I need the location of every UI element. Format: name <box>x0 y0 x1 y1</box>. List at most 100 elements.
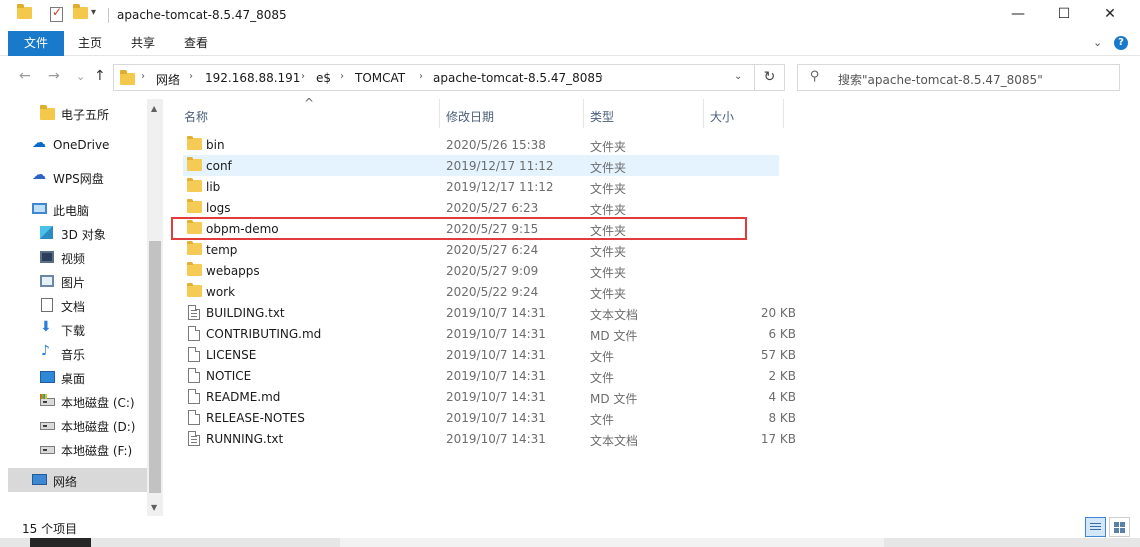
sidebar-item-label: 视频 <box>61 252 86 266</box>
table-row[interactable]: NOTICE 2019/10/7 14:31 文件 2 KB <box>183 365 796 386</box>
file-list: 名称 ^ 修改日期 类型 大小 bin 2020/5/26 15:38 文件夹 con… <box>163 96 1140 516</box>
minimize-button[interactable]: — <box>995 0 1041 31</box>
sidebar-item-desktop[interactable]: 桌面 <box>8 365 147 389</box>
address-history-dropdown-icon[interactable]: ⌄ <box>734 71 742 82</box>
help-icon[interactable]: ? <box>1114 36 1128 50</box>
large-icons-view-button[interactable] <box>1109 517 1130 537</box>
sidebar-item-label: 此电脑 <box>53 204 90 218</box>
sidebar-item-label: 下载 <box>61 324 86 338</box>
file-size: 57 KB <box>760 348 796 362</box>
sidebar-item-label: 音乐 <box>61 348 86 362</box>
ribbon-tabs: 文件 主页 共享 查看 ⌄ ? <box>0 31 1140 56</box>
window-title: apache-tomcat-8.5.47_8085 <box>117 8 287 22</box>
breadcrumb-separator-icon[interactable]: › <box>599 71 603 82</box>
table-row[interactable]: webapps 2020/5/27 9:09 文件夹 <box>183 260 779 281</box>
sidebar-item-3d-objects[interactable]: 3D 对象 <box>8 221 147 245</box>
table-row[interactable]: conf 2019/12/17 11:12 文件夹 <box>183 155 779 176</box>
column-header-size[interactable]: 大小 <box>704 99 784 128</box>
sidebar-item-this-pc[interactable]: 此电脑 <box>8 197 147 221</box>
ribbon-expand-icon[interactable]: ⌄ <box>1093 36 1102 49</box>
sidebar-item-pictures[interactable]: 图片 <box>8 269 147 293</box>
table-row[interactable]: bin 2020/5/26 15:38 文件夹 <box>183 134 779 155</box>
sidebar-item-dianziwusuo[interactable]: 电子五所 <box>8 101 147 125</box>
scrollbar-thumb[interactable] <box>149 241 161 493</box>
breadcrumb-share[interactable]: e$ <box>316 71 331 85</box>
breadcrumb-separator-icon[interactable]: › <box>419 71 423 82</box>
wps-cloud-icon: ☁ <box>32 167 46 183</box>
table-row[interactable]: logs 2020/5/27 6:23 文件夹 <box>183 197 779 218</box>
breadcrumb-separator-icon[interactable]: › <box>340 71 344 82</box>
file-icon <box>188 368 200 383</box>
column-header-type[interactable]: 类型 <box>584 99 704 128</box>
table-row[interactable]: lib 2019/12/17 11:12 文件夹 <box>183 176 779 197</box>
sidebar-item-drive-d[interactable]: 本地磁盘 (D:) <box>8 413 147 437</box>
back-button[interactable]: ← <box>19 68 31 84</box>
table-row[interactable]: CONTRIBUTING.md 2019/10/7 14:31 MD 文件 6 KB <box>183 323 796 344</box>
forward-button[interactable]: → <box>48 68 60 84</box>
breadcrumb-network[interactable]: 网络 <box>156 71 180 88</box>
sidebar-item-drive-c[interactable]: 本地磁盘 (C:) <box>8 389 147 413</box>
sidebar-item-wps-cloud[interactable]: ☁ WPS网盘 <box>8 165 147 189</box>
table-row[interactable]: RUNNING.txt 2019/10/7 14:31 文本文档 17 KB <box>183 428 796 449</box>
file-type: 文件夹 <box>590 182 627 196</box>
documents-icon <box>41 298 53 312</box>
sidebar-item-network[interactable]: 网络 <box>8 468 147 492</box>
scroll-up-icon[interactable]: ▲ <box>151 104 157 113</box>
breadcrumb-tomcat[interactable]: TOMCAT <box>355 71 405 85</box>
details-view-button[interactable] <box>1085 517 1106 537</box>
up-button[interactable]: ↑ <box>94 68 106 84</box>
folder-icon <box>187 199 202 213</box>
large-icons-view-icon <box>1114 522 1119 527</box>
file-date: 2019/12/17 11:12 <box>446 159 554 173</box>
properties-icon[interactable] <box>50 5 63 22</box>
navigation-scrollbar[interactable]: ▲ ▼ <box>147 99 163 516</box>
title-bar: ▾ apache-tomcat-8.5.47_8085 — ☐ ✕ <box>0 0 1140 31</box>
quick-access-dropdown-icon[interactable]: ▾ <box>91 7 96 18</box>
new-folder-icon[interactable] <box>73 4 88 19</box>
refresh-button[interactable]: ↻ <box>755 64 785 91</box>
tab-view[interactable]: 查看 <box>174 31 218 56</box>
breadcrumb-separator-icon[interactable]: › <box>189 71 193 82</box>
taskbar-segment <box>30 538 91 547</box>
file-type: 文件 <box>590 371 615 385</box>
breadcrumb-separator-icon[interactable]: › <box>301 71 305 82</box>
file-icon <box>188 389 200 404</box>
3d-objects-icon <box>40 226 53 239</box>
close-button[interactable]: ✕ <box>1087 0 1133 31</box>
table-row[interactable]: temp 2020/5/27 6:24 文件夹 <box>183 239 779 260</box>
breadcrumb-current-folder[interactable]: apache-tomcat-8.5.47_8085 <box>433 71 603 85</box>
tab-share[interactable]: 共享 <box>121 31 165 56</box>
tab-home[interactable]: 主页 <box>68 31 112 56</box>
file-type: 文件 <box>590 413 615 427</box>
sort-ascending-icon: ^ <box>304 96 315 110</box>
file-type: 文件夹 <box>590 140 627 154</box>
sidebar-item-documents[interactable]: 文档 <box>8 293 147 317</box>
table-row[interactable]: BUILDING.txt 2019/10/7 14:31 文本文档 20 KB <box>183 302 796 323</box>
maximize-button[interactable]: ☐ <box>1041 0 1087 31</box>
column-header-date[interactable]: 修改日期 <box>440 99 584 128</box>
taskbar-strip <box>0 538 1140 547</box>
table-row[interactable]: work 2020/5/22 9:24 文件夹 <box>183 281 779 302</box>
text-document-icon <box>188 431 200 446</box>
table-row[interactable]: LICENSE 2019/10/7 14:31 文件 57 KB <box>183 344 796 365</box>
breadcrumb-host[interactable]: 192.168.88.191 <box>205 71 300 85</box>
sidebar-item-music[interactable]: ♪ 音乐 <box>8 341 147 365</box>
table-row[interactable]: README.md 2019/10/7 14:31 MD 文件 4 KB <box>183 386 796 407</box>
item-count: 15 个项目 <box>22 522 78 536</box>
table-row[interactable]: RELEASE-NOTES 2019/10/7 14:31 文件 8 KB <box>183 407 796 428</box>
recent-locations-icon[interactable]: ⌄ <box>76 70 85 83</box>
sidebar-item-onedrive[interactable]: ☁ OneDrive <box>8 133 147 157</box>
address-bar[interactable]: › 网络 › 192.168.88.191 › e$ › TOMCAT › ap… <box>113 64 755 91</box>
tab-file[interactable]: 文件 <box>8 31 64 56</box>
file-name: RUNNING.txt <box>206 432 284 446</box>
sidebar-item-drive-f[interactable]: 本地磁盘 (F:) <box>8 437 147 461</box>
search-input[interactable]: ⚲ 搜索"apache-tomcat-8.5.47_8085" <box>797 64 1120 91</box>
sidebar-item-downloads[interactable]: ⬇ 下载 <box>8 317 147 341</box>
sidebar-item-videos[interactable]: 视频 <box>8 245 147 269</box>
scroll-down-icon[interactable]: ▼ <box>151 503 157 512</box>
folder-icon <box>40 105 55 121</box>
column-header-name[interactable]: 名称 ^ <box>178 96 440 128</box>
videos-icon <box>40 251 54 263</box>
file-date: 2019/10/7 14:31 <box>446 390 546 404</box>
pictures-icon <box>40 275 54 287</box>
